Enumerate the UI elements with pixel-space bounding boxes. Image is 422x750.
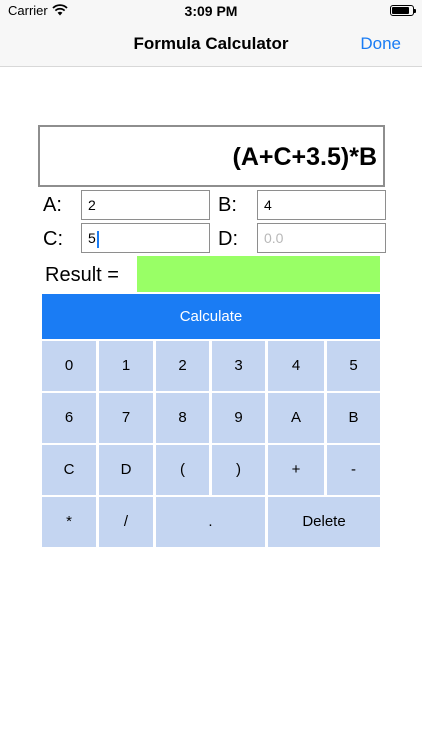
status-bar: Carrier 3:09 PM [0,0,422,22]
key-6[interactable]: 6 [42,393,96,443]
key-b[interactable]: B [327,393,380,443]
key-close-paren[interactable]: ) [212,445,265,495]
key-5[interactable]: 5 [327,341,380,391]
key-plus[interactable]: + [268,445,324,495]
key-divide[interactable]: / [99,497,153,547]
status-time: 3:09 PM [184,3,238,19]
variable-a-input[interactable]: 2 [81,190,210,220]
key-7[interactable]: 7 [99,393,153,443]
variable-a-label: A: [43,194,62,216]
variable-c-input[interactable]: 5 [81,223,210,253]
key-2[interactable]: 2 [156,341,209,391]
variable-c-value: 5 [88,230,96,246]
key-a[interactable]: A [268,393,324,443]
key-4[interactable]: 4 [268,341,324,391]
page-title: Formula Calculator [133,34,289,53]
formula-display[interactable]: (A+C+3.5)*B [38,125,385,187]
result-label: Result = [45,264,119,286]
variable-d-label: D: [218,228,238,250]
key-0[interactable]: 0 [42,341,96,391]
delete-button[interactable]: Delete [268,497,380,547]
key-c[interactable]: C [42,445,96,495]
key-d[interactable]: D [99,445,153,495]
done-button[interactable]: Done [360,34,401,54]
variable-b-value: 4 [264,197,272,213]
battery-icon [390,5,416,16]
key-open-paren[interactable]: ( [156,445,209,495]
key-3[interactable]: 3 [212,341,265,391]
key-8[interactable]: 8 [156,393,209,443]
formula-text: (A+C+3.5)*B [232,143,378,171]
variable-d-input[interactable]: 0.0 [257,223,386,253]
key-9[interactable]: 9 [212,393,265,443]
variable-d-placeholder: 0.0 [264,230,284,246]
key-1[interactable]: 1 [99,341,153,391]
key-multiply[interactable]: * [42,497,96,547]
navigation-bar: Formula Calculator Done [0,22,422,67]
variable-c-label: C: [43,228,63,250]
key-decimal[interactable]: . [156,497,265,547]
variable-b-input[interactable]: 4 [257,190,386,220]
text-cursor [96,230,99,248]
key-minus[interactable]: - [327,445,380,495]
calculate-button[interactable]: Calculate [42,294,380,339]
variable-b-label: B: [218,194,237,216]
variable-a-value: 2 [88,197,96,213]
result-field [137,256,380,292]
